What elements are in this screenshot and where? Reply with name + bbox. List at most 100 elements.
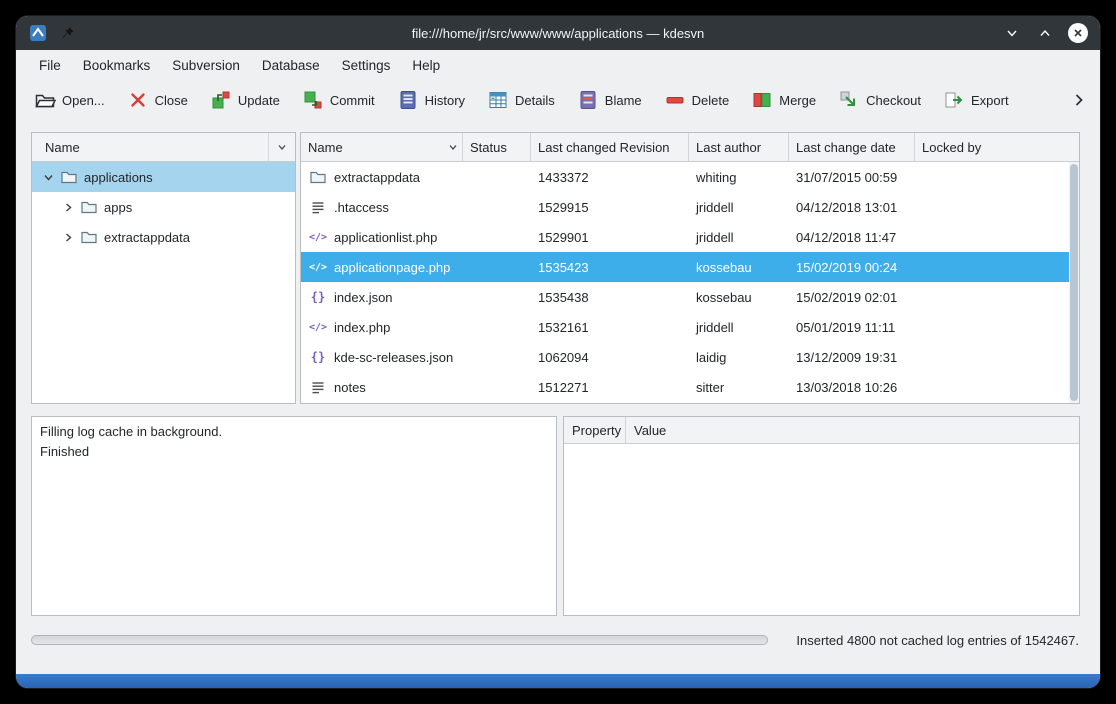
export-icon (943, 89, 965, 111)
menu-item-file[interactable]: File (28, 54, 72, 77)
column-header-author[interactable]: Last author (689, 133, 789, 161)
blame-button[interactable]: Blame (573, 86, 646, 114)
chevron-down-icon[interactable] (448, 140, 458, 155)
chevron-down-icon (277, 142, 287, 152)
tree-header-dropdown[interactable] (268, 133, 295, 161)
column-header-locked[interactable]: Locked by (915, 133, 1079, 161)
tree-item-label: extractappdata (104, 230, 190, 245)
progress-bar (31, 635, 768, 645)
table-row[interactable]: </> index.php 1532161 jriddell 05/01/201… (301, 312, 1079, 342)
statusbar: Inserted 4800 not cached log entries of … (31, 630, 1080, 650)
date-cell: 13/03/2018 10:26 (789, 380, 915, 395)
menubar: File Bookmarks Subversion Database Setti… (16, 50, 1100, 80)
update-button[interactable]: Update (206, 86, 284, 114)
tree-item-extractappdata[interactable]: extractappdata (32, 222, 295, 252)
log-output-panel: Filling log cache in background. Finishe… (31, 416, 557, 616)
menu-item-help[interactable]: Help (401, 54, 451, 77)
blame-icon (577, 89, 599, 111)
menu-item-bookmarks[interactable]: Bookmarks (72, 54, 162, 77)
titlebar[interactable]: file:///home/jr/src/www/www/applications… (16, 16, 1100, 50)
table-row[interactable]: .htaccess 1529915 jriddell 04/12/2018 13… (301, 192, 1079, 222)
text-file-icon (309, 198, 327, 216)
maximize-button[interactable] (1035, 23, 1055, 43)
expander-closed-icon[interactable] (62, 231, 74, 243)
scrollbar-thumb[interactable] (1070, 164, 1078, 401)
repo-tree-panel: Name applications (31, 132, 296, 404)
close-icon (1072, 27, 1084, 39)
column-header-date[interactable]: Last change date (789, 133, 915, 161)
file-name: index.json (334, 290, 393, 305)
open-button[interactable]: Open... (30, 86, 109, 114)
table-row[interactable]: notes 1512271 sitter 13/03/2018 10:26 (301, 372, 1079, 402)
date-cell: 15/02/2019 02:01 (789, 290, 915, 305)
properties-header: Property Value (564, 417, 1079, 444)
history-button[interactable]: History (393, 86, 469, 114)
close-button[interactable] (1068, 23, 1088, 43)
column-header-property[interactable]: Property (564, 417, 626, 443)
revision-cell: 1529901 (531, 230, 689, 245)
toolbar-overflow-button[interactable] (1068, 89, 1090, 111)
column-header-value[interactable]: Value (626, 417, 1079, 443)
json-file-icon: {} (309, 288, 327, 306)
column-header-name[interactable]: Name (301, 133, 463, 161)
app-icon (28, 23, 48, 43)
pin-icon[interactable] (57, 23, 77, 43)
open-folder-icon (34, 89, 56, 111)
menu-item-subversion[interactable]: Subversion (161, 54, 251, 77)
log-line: Finished (40, 442, 548, 462)
delete-button[interactable]: Delete (660, 86, 734, 114)
table-row[interactable]: {} index.json 1535438 kossebau 15/02/201… (301, 282, 1079, 312)
close-document-icon (127, 89, 149, 111)
window-accent-strip (16, 674, 1100, 688)
revision-cell: 1062094 (531, 350, 689, 365)
table-row-selected[interactable]: </> applicationpage.php 1535423 kossebau… (301, 252, 1079, 282)
date-cell: 15/02/2019 00:24 (789, 260, 915, 275)
main-content: Name applications (16, 120, 1100, 674)
commit-button[interactable]: Commit (298, 86, 379, 114)
file-name: kde-sc-releases.json (334, 350, 453, 365)
details-button[interactable]: Details (483, 86, 559, 114)
merge-button[interactable]: Merge (747, 86, 820, 114)
details-icon (487, 89, 509, 111)
update-icon (210, 89, 232, 111)
chevron-right-icon (1071, 92, 1087, 108)
menu-item-database[interactable]: Database (251, 54, 331, 77)
php-file-icon: </> (309, 318, 327, 336)
table-row[interactable]: extractappdata 1433372 whiting 31/07/201… (301, 162, 1079, 192)
expander-closed-icon[interactable] (62, 201, 74, 213)
checkout-icon (838, 89, 860, 111)
file-name: notes (334, 380, 366, 395)
revision-cell: 1535438 (531, 290, 689, 305)
tree-item-label: applications (84, 170, 153, 185)
expander-open-icon[interactable] (42, 171, 54, 183)
window-title: file:///home/jr/src/www/www/applications… (16, 26, 1100, 41)
shade-button[interactable] (1002, 23, 1022, 43)
vertical-scrollbar[interactable] (1069, 162, 1079, 403)
revision-cell: 1532161 (531, 320, 689, 335)
php-file-icon: </> (309, 258, 327, 276)
tree-item-applications[interactable]: applications (32, 162, 295, 192)
table-row[interactable]: {} kde-sc-releases.json 1062094 laidig 1… (301, 342, 1079, 372)
table-row[interactable]: </> applicationlist.php 1529901 jriddell… (301, 222, 1079, 252)
tree-item-apps[interactable]: apps (32, 192, 295, 222)
revision-cell: 1512271 (531, 380, 689, 395)
properties-body (564, 444, 1079, 615)
file-name: extractappdata (334, 170, 420, 185)
author-cell: sitter (689, 380, 789, 395)
menu-item-settings[interactable]: Settings (331, 54, 402, 77)
file-list-header: Name Status Last changed Revision Last a… (301, 133, 1079, 162)
date-cell: 31/07/2015 00:59 (789, 170, 915, 185)
tree-column-header[interactable]: Name (32, 133, 295, 162)
tree-header-label: Name (32, 140, 268, 155)
author-cell: jriddell (689, 320, 789, 335)
delete-icon (664, 89, 686, 111)
tree-item-label: apps (104, 200, 132, 215)
export-button[interactable]: Export (939, 86, 1013, 114)
author-cell: kossebau (689, 290, 789, 305)
column-header-revision[interactable]: Last changed Revision (531, 133, 689, 161)
date-cell: 04/12/2018 11:47 (789, 230, 915, 245)
column-header-status[interactable]: Status (463, 133, 531, 161)
chevron-down-icon (1005, 26, 1019, 40)
close-button-toolbar[interactable]: Close (123, 86, 192, 114)
checkout-button[interactable]: Checkout (834, 86, 925, 114)
